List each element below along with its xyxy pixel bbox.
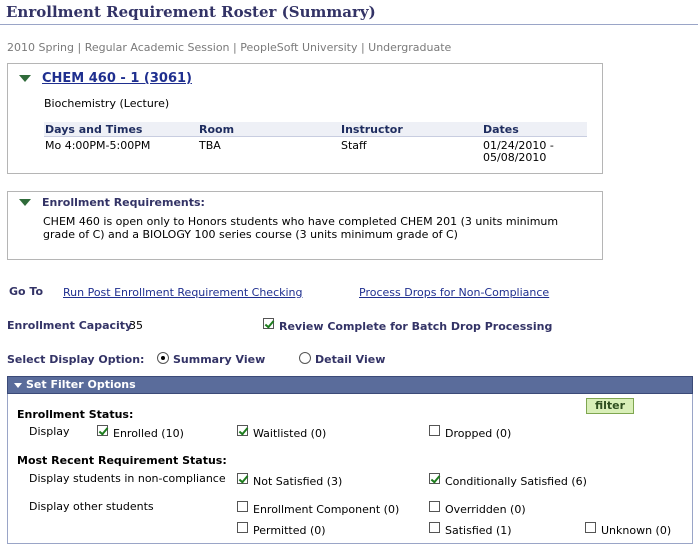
enrolled-label: Enrolled (10) — [113, 427, 184, 440]
overridden-label: Overridden (0) — [445, 503, 526, 516]
enrollment-capacity-value: 35 — [129, 319, 143, 332]
review-complete-checkbox[interactable] — [263, 318, 274, 329]
review-complete-label: Review Complete for Batch Drop Processin… — [279, 320, 553, 333]
conditionally-satisfied-label: Conditionally Satisfied (6) — [445, 475, 587, 488]
permitted-checkbox[interactable] — [237, 522, 248, 533]
requirements-text-line1: CHEM 460 is open only to Honors students… — [43, 215, 559, 228]
summary-view-radio[interactable] — [157, 352, 169, 364]
permitted-label: Permitted (0) — [253, 524, 326, 537]
waitlisted-checkbox[interactable] — [237, 425, 248, 436]
col-dates: Dates — [483, 123, 519, 136]
col-days-times: Days and Times — [45, 123, 143, 136]
requirements-text-line2: grade of C) and a BIOLOGY 100 series cou… — [43, 228, 458, 241]
term-context: 2010 Spring | Regular Academic Session |… — [7, 41, 452, 54]
unknown-checkbox[interactable] — [585, 522, 596, 533]
run-post-enrollment-link[interactable]: Run Post Enrollment Requirement Checking — [63, 286, 303, 299]
collapse-triangle-icon[interactable] — [19, 75, 31, 82]
overridden-checkbox[interactable] — [429, 501, 440, 512]
waitlisted-label: Waitlisted (0) — [253, 427, 327, 440]
filter-options-title: Set Filter Options — [26, 378, 136, 391]
process-drops-link[interactable]: Process Drops for Non-Compliance — [359, 286, 549, 299]
course-description: Biochemistry (Lecture) — [44, 97, 170, 110]
unknown-label: Unknown (0) — [601, 524, 672, 537]
dropped-label: Dropped (0) — [445, 427, 512, 440]
cell-room: TBA — [199, 139, 221, 152]
collapse-triangle-icon[interactable] — [19, 199, 31, 206]
summary-view-label: Summary View — [173, 353, 266, 366]
cell-instructor: Staff — [341, 139, 367, 152]
detail-view-radio[interactable] — [299, 352, 311, 364]
not-satisfied-label: Not Satisfied (3) — [253, 475, 343, 488]
enrollment-component-label: Enrollment Component (0) — [253, 503, 400, 516]
enrollment-capacity-label: Enrollment Capacity — [7, 319, 133, 332]
col-instructor: Instructor — [341, 123, 403, 136]
cell-days-times: Mo 4:00PM-5:00PM — [45, 139, 151, 152]
requirements-heading: Enrollment Requirements: — [42, 196, 205, 209]
cell-dates-end: 05/08/2010 — [483, 151, 547, 164]
course-link[interactable]: CHEM 460 - 1 (3061) — [42, 71, 192, 86]
expand-triangle-icon — [14, 383, 22, 388]
display-label: Display — [29, 425, 70, 438]
not-satisfied-checkbox[interactable] — [237, 473, 248, 484]
title-divider — [0, 24, 698, 25]
enrolled-checkbox[interactable] — [97, 425, 108, 436]
conditionally-satisfied-checkbox[interactable] — [429, 473, 440, 484]
filter-button[interactable]: filter — [586, 398, 634, 414]
page-title: Enrollment Requirement Roster (Summary) — [6, 3, 376, 21]
detail-view-label: Detail View — [315, 353, 386, 366]
dropped-checkbox[interactable] — [429, 425, 440, 436]
filter-options-header[interactable]: Set Filter Options — [7, 376, 693, 394]
enrollment-status-label: Enrollment Status: — [17, 408, 134, 421]
enrollment-component-checkbox[interactable] — [237, 501, 248, 512]
goto-label: Go To — [9, 285, 44, 298]
satisfied-label: Satisfied (1) — [445, 524, 512, 537]
recent-status-label: Most Recent Requirement Status: — [17, 454, 227, 467]
satisfied-checkbox[interactable] — [429, 522, 440, 533]
noncompliance-label: Display students in non-compliance — [29, 472, 226, 485]
display-option-label: Select Display Option: — [7, 353, 145, 366]
other-students-label: Display other students — [29, 500, 154, 513]
col-room: Room — [199, 123, 235, 136]
